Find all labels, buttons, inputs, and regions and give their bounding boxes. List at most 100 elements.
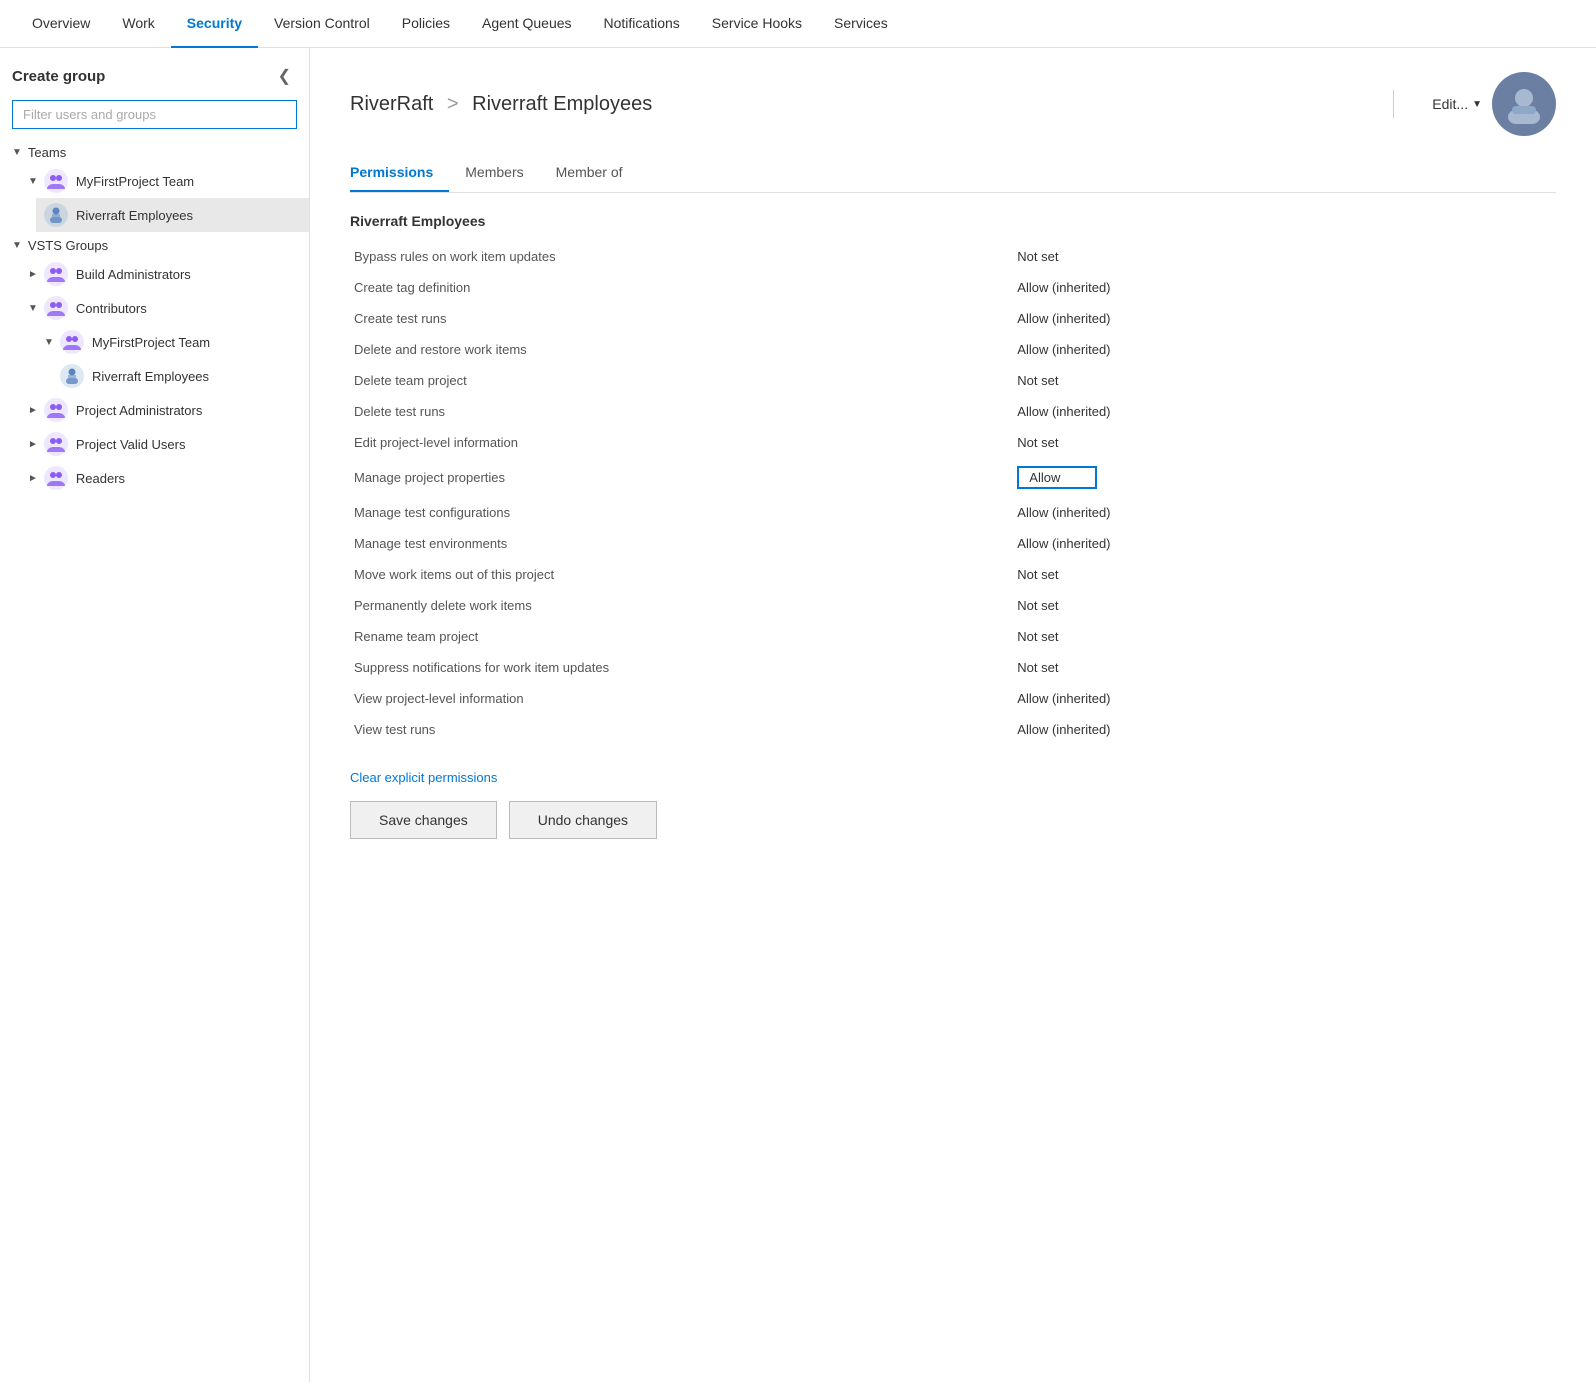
readers-icon: [44, 466, 68, 490]
contributors-item[interactable]: ▼ Contributors: [20, 291, 309, 325]
breadcrumb: RiverRaft > Riverraft Employees: [350, 93, 1377, 116]
permission-value-delete-restore-work: Allow (inherited): [1013, 334, 1556, 365]
permission-value-rename-team-project: Not set: [1013, 621, 1556, 652]
contrib-myfirstproject-icon: [60, 330, 84, 354]
nav-item-services[interactable]: Services: [818, 0, 904, 48]
permission-value-bypass-rules: Not set: [1013, 241, 1556, 272]
permission-name-permanently-delete-work: Permanently delete work items: [350, 590, 1013, 621]
nav-item-policies[interactable]: Policies: [386, 0, 466, 48]
edit-dropdown-button[interactable]: Edit... ▼: [1422, 90, 1492, 118]
sidebar-tree: ▼ Teams ▼ MyFirstProject Team: [0, 141, 309, 509]
breadcrumb-group: Riverraft Employees: [472, 93, 652, 115]
nav-item-security[interactable]: Security: [171, 0, 258, 48]
permission-row-edit-project-info: Edit project-level informationNot set: [350, 427, 1556, 458]
permission-row-manage-test-configurations: Manage test configurationsAllow (inherit…: [350, 497, 1556, 528]
contrib-riverraft-item[interactable]: Riverraft Employees: [52, 359, 309, 393]
permission-name-manage-project-properties: Manage project properties: [350, 458, 1013, 497]
permissions-group-label: Riverraft Employees: [350, 213, 1556, 229]
project-admins-chevron-icon: ►: [28, 405, 38, 416]
permission-value-create-test-runs: Allow (inherited): [1013, 303, 1556, 334]
permission-value-manage-project-properties[interactable]: Allow: [1013, 458, 1556, 497]
permission-name-bypass-rules: Bypass rules on work item updates: [350, 241, 1013, 272]
myfirstproject-team-label: MyFirstProject Team: [76, 174, 194, 189]
build-admins-label: Build Administrators: [76, 267, 191, 282]
permission-value-delete-test-runs: Allow (inherited): [1013, 396, 1556, 427]
tab-permissions[interactable]: Permissions: [350, 156, 449, 192]
teams-items: ▼ MyFirstProject Team: [0, 164, 309, 232]
nav-item-version-control[interactable]: Version Control: [258, 0, 386, 48]
tab-permissions-label: Permissions: [350, 164, 433, 180]
contrib-riverraft-icon: [60, 364, 84, 388]
avatar-icon: [1502, 82, 1546, 126]
vsts-groups-header[interactable]: ▼ VSTS Groups: [0, 234, 309, 257]
permission-row-manage-project-properties: Manage project propertiesAllow: [350, 458, 1556, 497]
project-valid-users-item[interactable]: ► Project Valid Users: [20, 427, 309, 461]
project-valid-users-label: Project Valid Users: [76, 437, 186, 452]
tab-members[interactable]: Members: [465, 156, 539, 192]
undo-changes-button[interactable]: Undo changes: [509, 801, 657, 839]
myfirstproject-team-item[interactable]: ▼ MyFirstProject Team: [20, 164, 309, 198]
nav-item-notifications[interactable]: Notifications: [588, 0, 696, 48]
vsts-groups-section: ▼ VSTS Groups ► Build Administrators: [0, 234, 309, 495]
permission-row-view-test-runs: View test runsAllow (inherited): [350, 714, 1556, 745]
readers-item[interactable]: ► Readers: [20, 461, 309, 495]
permission-row-bypass-rules: Bypass rules on work item updatesNot set: [350, 241, 1556, 272]
contributors-icon: [44, 296, 68, 320]
contributors-chevron-icon: ▼: [28, 303, 38, 314]
build-admins-item[interactable]: ► Build Administrators: [20, 257, 309, 291]
sidebar-title: Create group: [12, 68, 105, 85]
riverraft-employees-icon: [44, 203, 68, 227]
permission-name-suppress-notifications: Suppress notifications for work item upd…: [350, 652, 1013, 683]
contrib-myfirstproject-children: Riverraft Employees: [36, 359, 309, 393]
vsts-groups-items: ► Build Administrators ▼: [0, 257, 309, 495]
permission-row-move-work-items: Move work items out of this projectNot s…: [350, 559, 1556, 590]
permission-value-view-test-runs: Allow (inherited): [1013, 714, 1556, 745]
permission-row-delete-team-project: Delete team projectNot set: [350, 365, 1556, 396]
contrib-myfirstproject-item[interactable]: ▼ MyFirstProject Team: [36, 325, 309, 359]
permission-name-move-work-items: Move work items out of this project: [350, 559, 1013, 590]
project-admins-label: Project Administrators: [76, 403, 202, 418]
riverraft-employees-label: Riverraft Employees: [76, 208, 193, 223]
permission-value-suppress-notifications: Not set: [1013, 652, 1556, 683]
permission-value-manage-test-configurations: Allow (inherited): [1013, 497, 1556, 528]
permissions-footer: Clear explicit permissions Save changes …: [350, 769, 1556, 839]
contributors-label: Contributors: [76, 301, 147, 316]
permission-row-permanently-delete-work: Permanently delete work itemsNot set: [350, 590, 1556, 621]
permission-row-delete-restore-work: Delete and restore work itemsAllow (inhe…: [350, 334, 1556, 365]
nav-item-agent-queues[interactable]: Agent Queues: [466, 0, 588, 48]
contrib-riverraft-label: Riverraft Employees: [92, 369, 209, 384]
clear-permissions-link[interactable]: Clear explicit permissions: [350, 770, 497, 785]
footer-buttons: Save changes Undo changes: [350, 801, 1556, 839]
nav-item-service-hooks[interactable]: Service Hooks: [696, 0, 818, 48]
riverraft-employees-item[interactable]: Riverraft Employees: [36, 198, 309, 232]
nav-item-work[interactable]: Work: [106, 0, 170, 48]
permission-name-view-test-runs: View test runs: [350, 714, 1013, 745]
content-header: RiverRaft > Riverraft Employees Edit... …: [350, 72, 1556, 136]
vsts-groups-chevron-icon: ▼: [12, 240, 22, 251]
breadcrumb-separator: >: [447, 93, 459, 115]
permission-name-edit-project-info: Edit project-level information: [350, 427, 1013, 458]
permission-row-manage-test-environments: Manage test environmentsAllow (inherited…: [350, 528, 1556, 559]
sidebar-search-container: [12, 100, 297, 129]
permission-value-create-tag: Allow (inherited): [1013, 272, 1556, 303]
permission-row-create-tag: Create tag definitionAllow (inherited): [350, 272, 1556, 303]
tab-member-of[interactable]: Member of: [556, 156, 639, 192]
save-changes-button[interactable]: Save changes: [350, 801, 497, 839]
search-input[interactable]: [12, 100, 297, 129]
sidebar-collapse-button[interactable]: ❮: [272, 64, 297, 88]
nav-item-overview[interactable]: Overview: [16, 0, 106, 48]
tab-member-of-label: Member of: [556, 164, 623, 180]
breadcrumb-project: RiverRaft: [350, 93, 433, 115]
readers-label: Readers: [76, 471, 125, 486]
project-valid-users-icon: [44, 432, 68, 456]
project-admins-item[interactable]: ► Project Administrators: [20, 393, 309, 427]
permission-value-move-work-items: Not set: [1013, 559, 1556, 590]
permission-name-manage-test-configurations: Manage test configurations: [350, 497, 1013, 528]
header-divider: [1393, 90, 1394, 118]
vsts-groups-label: VSTS Groups: [28, 238, 108, 253]
permission-name-rename-team-project: Rename team project: [350, 621, 1013, 652]
permission-value-permanently-delete-work: Not set: [1013, 590, 1556, 621]
permission-row-delete-test-runs: Delete test runsAllow (inherited): [350, 396, 1556, 427]
teams-section-header[interactable]: ▼ Teams: [0, 141, 309, 164]
permission-name-delete-restore-work: Delete and restore work items: [350, 334, 1013, 365]
